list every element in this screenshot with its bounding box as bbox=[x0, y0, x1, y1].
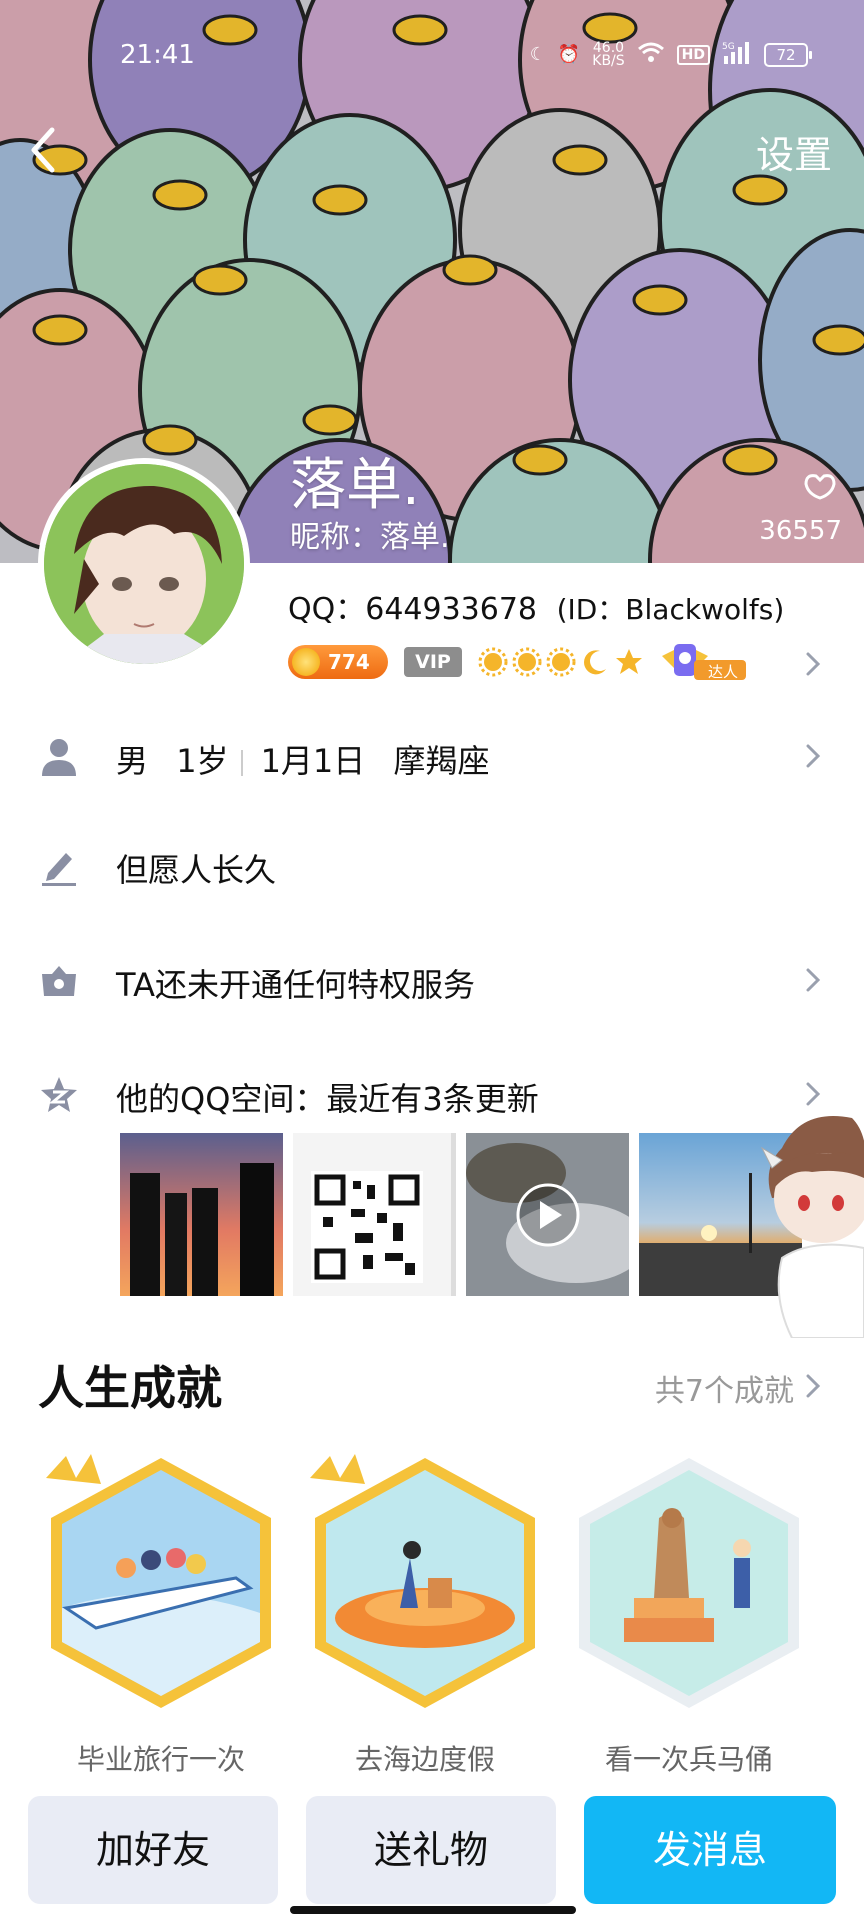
avatar-image bbox=[44, 464, 244, 664]
qq-level-icons[interactable] bbox=[478, 647, 644, 677]
badge-row[interactable]: 774 VIP 达人 bbox=[288, 642, 748, 682]
vip-badge[interactable]: VIP bbox=[404, 647, 462, 677]
chevron-right-icon bbox=[806, 1082, 821, 1106]
daren-label: 达人 bbox=[708, 663, 739, 681]
age: 1岁 bbox=[176, 742, 229, 780]
signal-icon: 5G bbox=[722, 40, 752, 69]
achievements-title: 人生成就 bbox=[38, 1361, 222, 1415]
privilege-row[interactable]: TA还未开通任何特权服务 bbox=[0, 950, 864, 1010]
coin-level-badge[interactable]: 774 bbox=[288, 645, 388, 679]
achievement-label: 看一次兵马俑 bbox=[604, 1743, 773, 1776]
qq-id: (ID：Blackwolfs) bbox=[556, 593, 785, 626]
alarm-icon: ⏰ bbox=[557, 44, 581, 65]
net-speed: 46.0 KB/S bbox=[592, 41, 625, 69]
moon-level-icon bbox=[584, 650, 606, 675]
qq-number-line: QQ：644933678 (ID：Blackwolfs) bbox=[288, 584, 784, 628]
achievement-badge-plane bbox=[46, 1454, 271, 1708]
zodiac: 摩羯座 bbox=[393, 742, 490, 780]
coin-level-value: 774 bbox=[328, 650, 370, 674]
home-indicator[interactable] bbox=[290, 1906, 576, 1914]
privilege-text: TA还未开通任何特权服务 bbox=[116, 966, 475, 1004]
like-icon[interactable] bbox=[802, 470, 838, 500]
pencil-icon bbox=[42, 853, 76, 886]
achievement-badge-beach bbox=[310, 1454, 535, 1708]
chevron-right-icon[interactable] bbox=[802, 1372, 824, 1400]
status-icons: ☾ ⏰ 46.0 KB/S HD 5G 72 bbox=[529, 40, 812, 69]
chevron-left-icon bbox=[31, 127, 55, 173]
divider bbox=[240, 750, 243, 776]
person-icon bbox=[42, 739, 76, 776]
like-count[interactable]: 36557 bbox=[759, 516, 842, 546]
qzone-photo-sunset-buildings[interactable] bbox=[120, 1133, 283, 1296]
send-gift-button[interactable]: 送礼物 bbox=[306, 1796, 556, 1904]
nickname-title: 落单. bbox=[290, 453, 420, 518]
bottom-action-bar: 加好友 送礼物 发消息 bbox=[0, 1780, 864, 1920]
svg-text:5G: 5G bbox=[722, 42, 735, 52]
qzone-photo-video[interactable] bbox=[466, 1133, 629, 1296]
daren-badge[interactable]: 达人 bbox=[660, 642, 748, 682]
achievement-label: 去海边度假 bbox=[354, 1743, 495, 1776]
achievement-card-beach-vacation[interactable]: 去海边度假 bbox=[300, 1448, 550, 1776]
wifi-icon bbox=[637, 41, 665, 68]
status-bar: 21:41 ☾ ⏰ 46.0 KB/S HD 5G 72 bbox=[0, 38, 864, 78]
qq-number: QQ：644933678 bbox=[288, 592, 538, 627]
signature-row[interactable]: 但愿人长久 bbox=[0, 835, 864, 895]
sun-level-icon bbox=[546, 647, 576, 677]
qzone-row[interactable]: 他的QQ空间：最近有3条更新 bbox=[0, 1064, 864, 1124]
back-button[interactable] bbox=[18, 120, 68, 180]
star-level-icon bbox=[616, 649, 642, 674]
chevron-right-icon bbox=[806, 968, 821, 992]
basic-info-row[interactable]: 男 1岁 1月1日 摩羯座 bbox=[0, 726, 864, 786]
achievement-badge-terracotta bbox=[579, 1458, 799, 1708]
achievement-card-terracotta[interactable]: 看一次兵马俑 bbox=[564, 1448, 814, 1776]
achievements-total-link[interactable]: 共7个成就 bbox=[655, 1366, 794, 1410]
chevron-right-icon[interactable] bbox=[802, 650, 824, 678]
gender: 男 bbox=[116, 742, 149, 780]
net-speed-unit: KB/S bbox=[592, 52, 625, 69]
chevron-right-icon bbox=[806, 744, 821, 768]
hd-icon: HD bbox=[676, 44, 710, 65]
coin-icon bbox=[292, 648, 320, 676]
mascot-decoration bbox=[760, 1116, 864, 1338]
achievement-label: 毕业旅行一次 bbox=[76, 1743, 245, 1776]
qzone-star-icon bbox=[41, 1077, 77, 1112]
sun-level-icon bbox=[512, 647, 542, 677]
moon-icon: ☾ bbox=[529, 44, 546, 65]
achievement-card-graduation-trip[interactable]: 毕业旅行一次 bbox=[36, 1448, 286, 1776]
send-message-button[interactable]: 发消息 bbox=[584, 1796, 836, 1904]
qzone-text: 他的QQ空间：最近有3条更新 bbox=[116, 1080, 539, 1118]
avatar[interactable] bbox=[38, 458, 250, 670]
qzone-photo-qr-code[interactable] bbox=[293, 1133, 456, 1296]
add-friend-button[interactable]: 加好友 bbox=[28, 1796, 278, 1904]
remark-name: 昵称：落单. bbox=[290, 520, 450, 555]
basic-info-text: 男 1岁 1月1日 摩羯座 bbox=[116, 736, 489, 782]
settings-button[interactable]: 设置 bbox=[756, 124, 832, 179]
signature-text: 但愿人长久 bbox=[116, 851, 277, 889]
battery-indicator: 72 bbox=[764, 42, 812, 67]
birthday: 1月1日 bbox=[260, 742, 366, 780]
crown-bag-icon bbox=[42, 966, 76, 996]
status-time: 21:41 bbox=[120, 40, 195, 70]
sun-level-icon bbox=[478, 647, 508, 677]
qzone-photo-strip[interactable] bbox=[120, 1133, 802, 1296]
